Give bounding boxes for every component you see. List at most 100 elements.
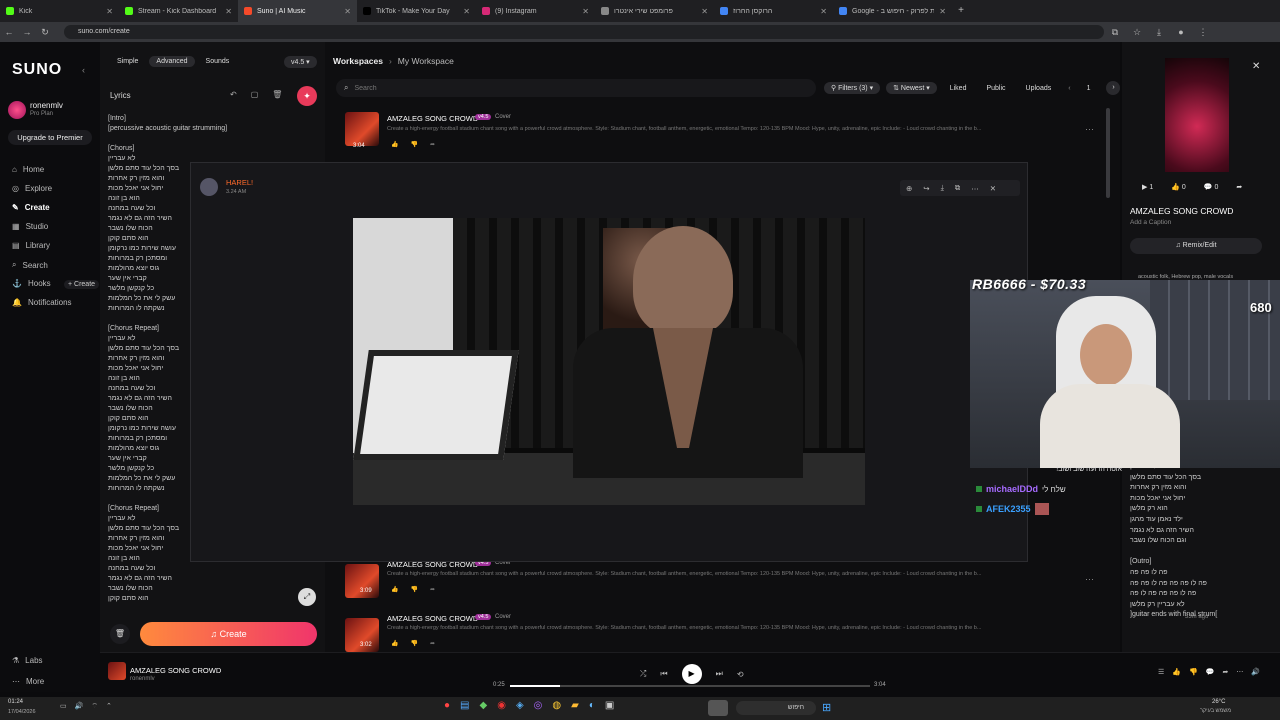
hooks-create-button[interactable]: + Create	[64, 280, 100, 289]
share-icon[interactable]: ➦	[430, 640, 435, 647]
public-toggle[interactable]: Public	[979, 83, 1012, 94]
next-icon[interactable]: ⏭	[716, 669, 723, 679]
back-icon[interactable]: ←	[0, 27, 18, 37]
scrollbar[interactable]	[1106, 108, 1110, 198]
close-tab-icon[interactable]: ✕	[582, 7, 589, 16]
share-icon[interactable]: ➦	[1236, 183, 1242, 191]
song-title[interactable]: AMZALEG SONG CROWD	[387, 114, 478, 123]
close-tab-icon[interactable]: ✕	[463, 7, 470, 16]
close-tab-icon[interactable]: ✕	[344, 7, 351, 16]
like-icon[interactable]: 👍	[391, 640, 398, 647]
previous-icon[interactable]: ⏮	[660, 669, 667, 679]
copy-icon[interactable]: ▢	[251, 90, 259, 99]
next-page-icon[interactable]: ›	[1106, 81, 1121, 95]
browser-tab[interactable]: Google - גן חיות לפרוק - חיפוש ב ✕	[833, 0, 952, 22]
play-count[interactable]: ▶ 1	[1142, 183, 1153, 191]
suno-logo[interactable]: SUNO	[12, 61, 62, 79]
menu-icon[interactable]: ⋮	[1192, 27, 1214, 38]
song-cover[interactable]	[345, 112, 379, 146]
browser-tab[interactable]: הרוקסן החרוז ✕	[714, 0, 833, 22]
chrome-icon[interactable]: ◍	[552, 700, 561, 711]
volume-icon[interactable]: 🔊	[1251, 668, 1260, 676]
now-playing-artist[interactable]: ronenmlv	[130, 676, 155, 682]
avatar[interactable]	[8, 101, 26, 119]
widgets-icon[interactable]	[708, 700, 728, 716]
app-icon[interactable]: ◈	[516, 700, 524, 711]
like-icon[interactable]: 👍	[391, 141, 398, 148]
media-app-icon[interactable]: ●	[444, 700, 450, 711]
dislike-icon[interactable]: 👎	[410, 640, 417, 647]
close-tab-icon[interactable]: ✕	[820, 7, 827, 16]
undo-icon[interactable]: ↶	[230, 90, 237, 99]
nav-explore[interactable]: ◎ Explore	[12, 184, 52, 193]
uploads-toggle[interactable]: Uploads	[1019, 83, 1059, 94]
liked-toggle[interactable]: Liked	[943, 83, 974, 94]
browser-tab[interactable]: TikTok - Make Your Day ✕	[357, 0, 476, 22]
file-explorer-icon[interactable]: ▰	[571, 700, 579, 711]
now-playing-title[interactable]: AMZALEG SONG CROWD	[130, 666, 221, 675]
like-icon[interactable]: 👍	[1172, 668, 1181, 676]
close-icon[interactable]: ✕	[1252, 61, 1260, 72]
search-bar[interactable]: ⌕	[336, 79, 816, 97]
windows-start-icon[interactable]: ⊞	[822, 701, 836, 715]
nav-library[interactable]: ▤ Library	[12, 241, 50, 250]
new-tab-button[interactable]: +	[952, 0, 970, 22]
browser-tab[interactable]: (9) Instagram ✕	[476, 0, 595, 22]
nav-labs[interactable]: ⚗ Labs	[12, 656, 43, 665]
comment-icon[interactable]: 💬	[1206, 668, 1215, 676]
tab-advanced[interactable]: Advanced	[149, 56, 195, 67]
collapse-sidebar-icon[interactable]: ‹	[82, 65, 85, 75]
now-playing-cover[interactable]	[108, 662, 126, 680]
create-button[interactable]: ♫ Create	[140, 622, 317, 646]
clear-icon[interactable]: 🗑	[110, 624, 130, 644]
tab-sounds[interactable]: Sounds	[199, 56, 237, 67]
close-tab-icon[interactable]: ✕	[701, 7, 708, 16]
nav-search[interactable]: ⌕ Search	[12, 260, 48, 270]
upgrade-button[interactable]: Upgrade to Premier	[8, 130, 92, 145]
share-icon[interactable]: ➦	[430, 141, 435, 148]
nav-hooks[interactable]: ⚓ Hooks	[12, 279, 51, 288]
tray-overflow-icon[interactable]: ⌃	[106, 702, 112, 711]
song-title[interactable]: AMZALEG SONG CROWD	[387, 614, 478, 623]
queue-icon[interactable]: ☰	[1158, 668, 1164, 676]
dislike-icon[interactable]: 👎	[410, 141, 417, 148]
app-icon[interactable]: ◉	[497, 700, 506, 711]
more-icon[interactable]: ⋯	[971, 184, 979, 193]
caption-field[interactable]: Add a Caption	[1130, 219, 1171, 226]
notes-app-icon[interactable]: ▤	[460, 700, 469, 711]
like-count[interactable]: 👍 0	[1171, 183, 1186, 191]
dislike-icon[interactable]: 👎	[410, 586, 417, 593]
seek-bar[interactable]	[510, 685, 870, 687]
browser-tab[interactable]: Kick ✕	[0, 0, 119, 22]
forward-icon[interactable]: ↪	[923, 184, 929, 193]
battery-icon[interactable]: ▭	[60, 702, 67, 711]
app-icon[interactable]: ◆	[480, 700, 488, 711]
open-external-icon[interactable]: ⧉	[955, 183, 960, 193]
close-tab-icon[interactable]: ✕	[939, 7, 946, 16]
breadcrumb-workspaces[interactable]: Workspaces	[333, 56, 383, 66]
profile-icon[interactable]: ●	[1170, 27, 1192, 37]
browser-tab[interactable]: Suno | AI Music ✕	[238, 0, 357, 22]
nav-home[interactable]: ⌂ Home	[12, 165, 44, 174]
nav-studio[interactable]: ▦ Studio	[12, 222, 48, 231]
share-icon[interactable]: ➦	[430, 586, 435, 593]
steam-icon[interactable]: ◐	[589, 700, 595, 711]
more-options-icon[interactable]: ⋯	[1085, 574, 1094, 585]
volume-icon[interactable]: 🔊	[75, 702, 84, 711]
forward-icon[interactable]: →	[18, 27, 36, 37]
close-icon[interactable]: ✕	[990, 184, 996, 193]
download-icon[interactable]: ⤓	[941, 183, 944, 193]
nav-create[interactable]: ✎ Create	[12, 203, 50, 212]
sort-button[interactable]: ⇅ Newest ▾	[886, 82, 937, 94]
song-row[interactable]: 3:09 AMZALEG SONG CROWD v4.5 Cover Creat…	[345, 560, 1094, 608]
comment-count[interactable]: 💬 0	[1204, 183, 1219, 191]
prev-page-icon[interactable]: ‹	[1068, 85, 1070, 92]
download-icon[interactable]: ⤓	[1148, 27, 1170, 38]
app-icon[interactable]: ◎	[534, 700, 543, 711]
bookmark-star-icon[interactable]: ☆	[1126, 27, 1148, 38]
close-tab-icon[interactable]: ✕	[106, 7, 113, 16]
close-tab-icon[interactable]: ✕	[225, 7, 232, 16]
search-input[interactable]	[354, 84, 775, 92]
song-row[interactable]: 3:04 AMZALEG SONG CROWD v4.5 Cover Creat…	[345, 110, 1094, 158]
share-icon[interactable]: ➦	[1222, 668, 1228, 676]
